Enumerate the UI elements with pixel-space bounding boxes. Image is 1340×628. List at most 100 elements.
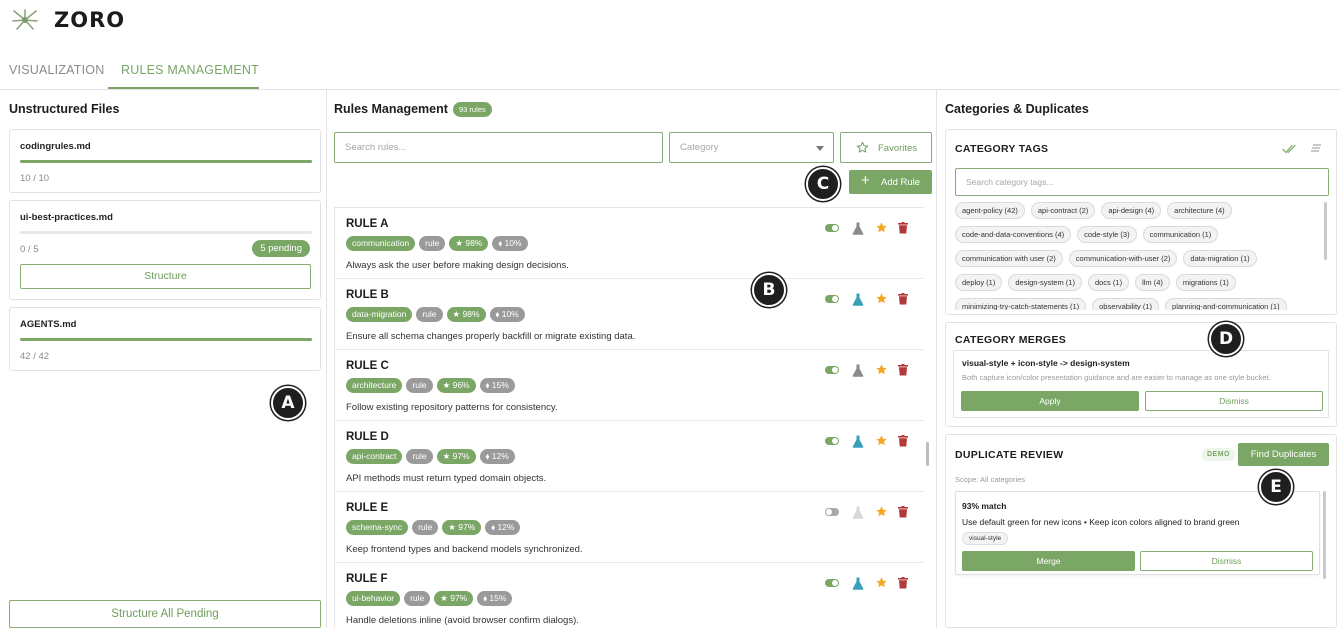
flask-icon[interactable] xyxy=(852,435,864,448)
type-badge: rule xyxy=(404,591,431,606)
double-check-icon[interactable] xyxy=(1282,143,1298,155)
rule-title: RULE D xyxy=(346,431,389,443)
category-badge: api-contract xyxy=(346,449,403,464)
flask-icon[interactable] xyxy=(852,293,864,306)
dismiss-duplicate-button[interactable]: Dismiss xyxy=(1140,551,1313,571)
rule-row[interactable]: RULE E schema-sync rule ★ 97% ⬧ 12% Keep fron… xyxy=(335,492,924,563)
score-badge: ★ 98% xyxy=(446,307,486,322)
chip-scrollbar[interactable] xyxy=(1324,202,1327,260)
enable-toggle[interactable] xyxy=(825,579,839,587)
duplicate-scrollbar[interactable] xyxy=(1323,491,1326,579)
flask-icon[interactable] xyxy=(852,577,864,590)
star-icon[interactable] xyxy=(875,434,888,447)
rule-description: API methods must return typed domain obj… xyxy=(346,473,547,484)
chip-row: agent-policy (42) api-contract (2) api-des… xyxy=(955,202,1232,219)
tag-search[interactable] xyxy=(955,168,1329,196)
rule-tags: api-contract rule ★ 97% ⬧ 12% xyxy=(346,449,515,464)
category-chip[interactable]: observability (1) xyxy=(1092,298,1160,310)
category-select[interactable]: Category xyxy=(669,132,834,163)
tag-search-input[interactable] xyxy=(956,169,1328,195)
trash-icon[interactable] xyxy=(898,506,908,518)
rule-row[interactable]: RULE C architecture rule ★ 96% ⬧ 15% Follow e… xyxy=(335,350,924,421)
rules-search[interactable] xyxy=(334,132,663,163)
category-chip[interactable]: code-and-data-conventions (4) xyxy=(955,226,1072,243)
flask-icon[interactable] xyxy=(852,506,864,519)
star-icon[interactable] xyxy=(875,505,888,518)
file-card-agents[interactable]: AGENTS.md 42 / 42 xyxy=(9,307,321,371)
tab-rules-management[interactable]: RULES MANAGEMENT xyxy=(121,63,259,77)
category-chip[interactable]: api-design (4) xyxy=(1101,202,1162,219)
star-icon[interactable] xyxy=(875,221,888,234)
trash-icon[interactable] xyxy=(898,293,908,305)
add-rule-label: Add Rule xyxy=(881,177,921,188)
search-input[interactable] xyxy=(335,133,662,162)
category-chip[interactable]: planning-and-communication (1) xyxy=(1165,298,1287,310)
file-card-codingrules[interactable]: codingrules.md 10 / 10 xyxy=(9,129,321,193)
enable-toggle[interactable] xyxy=(825,366,839,374)
category-chip[interactable]: docs (1) xyxy=(1087,274,1130,291)
category-chip[interactable]: code-style (3) xyxy=(1077,226,1137,243)
chip-row: minimizing-try-catch-statements (1) obser… xyxy=(955,298,1287,310)
duplicate-review-card: DUPLICATE REVIEW DEMO Find Duplicates Sc… xyxy=(945,434,1337,628)
trash-icon[interactable] xyxy=(898,577,908,589)
category-tags-card: CATEGORY TAGS agent-policy (42) api-contr… xyxy=(945,129,1337,315)
apply-button[interactable]: Apply xyxy=(961,391,1139,411)
rule-title: RULE C xyxy=(346,360,389,372)
category-chip[interactable]: communication (1) xyxy=(1142,226,1219,243)
enable-toggle[interactable] xyxy=(825,295,839,303)
rule-row[interactable]: RULE A communication rule ★ 98% ⬧ 10% Always … xyxy=(335,208,924,279)
category-chip[interactable]: llm (4) xyxy=(1135,274,1170,291)
find-duplicates-button[interactable]: Find Duplicates xyxy=(1238,443,1329,466)
file-name: ui-best-practices.md xyxy=(20,212,113,223)
merge-button[interactable]: Merge xyxy=(962,551,1135,571)
dismiss-button[interactable]: Dismiss xyxy=(1145,391,1323,411)
category-chip[interactable]: migrations (1) xyxy=(1175,274,1236,291)
score-badge: ★ 97% xyxy=(436,449,476,464)
category-badge: architecture xyxy=(346,378,403,393)
category-chip[interactable]: communication with user (2) xyxy=(955,250,1063,267)
add-rule-button[interactable]: + Add Rule xyxy=(849,170,932,194)
rule-description: Handle deletions inline (avoid browser c… xyxy=(346,615,579,626)
enable-toggle[interactable] xyxy=(825,508,839,516)
tab-visualization[interactable]: VISUALIZATION xyxy=(9,63,104,77)
star-icon[interactable] xyxy=(875,576,888,589)
trash-icon[interactable] xyxy=(898,435,908,447)
rule-actions xyxy=(825,364,915,378)
caret-down-icon xyxy=(816,146,824,151)
list-icon[interactable] xyxy=(1310,143,1322,153)
rule-row[interactable]: RULE D api-contract rule ★ 97% ⬧ 12% API meth… xyxy=(335,421,924,492)
rule-row[interactable]: RULE F ui-behavior rule ★ 97% ⬧ 15% Handle de… xyxy=(335,563,924,628)
merge-suggestion: visual-style + icon-style -> design-syst… xyxy=(953,350,1329,418)
file-count: 0 / 5 xyxy=(20,244,39,255)
rule-list-scrollbar[interactable] xyxy=(926,442,929,466)
structure-all-pending-button[interactable]: Structure All Pending xyxy=(9,600,321,628)
category-chip[interactable]: deploy (1) xyxy=(955,274,1003,291)
category-chip[interactable]: api-contract (2) xyxy=(1030,202,1096,219)
app-name: ZORO xyxy=(54,8,126,32)
category-chip[interactable]: agent-policy (42) xyxy=(955,202,1025,219)
file-progress-bar xyxy=(20,338,312,341)
structure-button[interactable]: Structure xyxy=(20,264,311,289)
enable-toggle[interactable] xyxy=(825,224,839,232)
category-chip[interactable]: design-system (1) xyxy=(1008,274,1082,291)
category-chip[interactable]: data-migration (1) xyxy=(1183,250,1257,267)
active-tab-indicator xyxy=(108,87,259,89)
trash-icon[interactable] xyxy=(898,222,908,234)
rule-description: Keep frontend types and backend models s… xyxy=(346,544,583,555)
score-badge: ★ 97% xyxy=(434,591,474,606)
star-icon[interactable] xyxy=(875,292,888,305)
flask-icon[interactable] xyxy=(852,364,864,377)
star-outline-icon xyxy=(856,141,869,153)
enable-toggle[interactable] xyxy=(825,437,839,445)
rule-row[interactable]: RULE B data-migration rule ★ 98% ⬧ 10% Ensure… xyxy=(335,279,924,350)
category-chip[interactable]: minimizing-try-catch-statements (1) xyxy=(955,298,1087,310)
category-chip[interactable]: architecture (4) xyxy=(1167,202,1232,219)
favorites-button[interactable]: Favorites xyxy=(840,132,932,163)
star-icon[interactable] xyxy=(875,363,888,376)
logo-icon xyxy=(12,9,38,30)
trash-icon[interactable] xyxy=(898,364,908,376)
category-chip[interactable]: communication-with-user (2) xyxy=(1068,250,1178,267)
category-placeholder: Category xyxy=(680,142,719,153)
file-card-ui-best-practices[interactable]: ui-best-practices.md 0 / 5 5 pending Str… xyxy=(9,200,321,300)
flask-icon[interactable] xyxy=(852,222,864,235)
